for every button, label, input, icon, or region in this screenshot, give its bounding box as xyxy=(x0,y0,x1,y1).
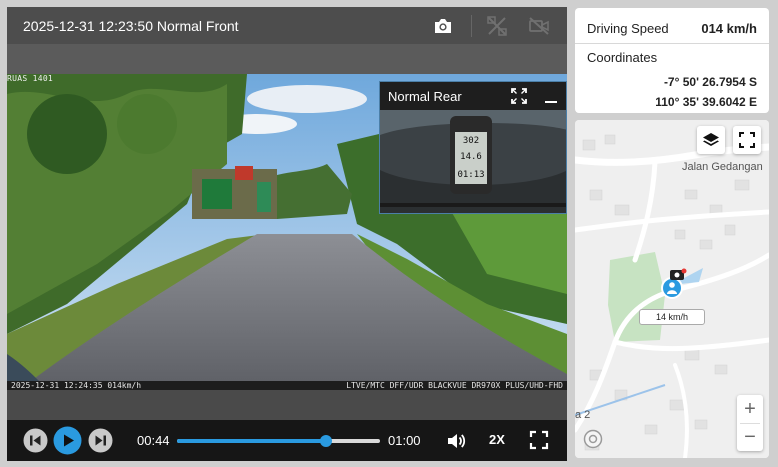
video-panel: 2025-12-31 12:23:50 Normal Front RUAS 14… xyxy=(7,7,567,461)
driving-speed-label: Driving Speed xyxy=(587,21,669,36)
osd-bottom-strip: 2025-12-31 12:24:35 014km/h LTVE/MTC DFF… xyxy=(7,381,567,390)
osd-road-label: RUAS 1401 xyxy=(7,74,54,83)
seek-bar-progress xyxy=(177,439,326,443)
map-panel[interactable]: Jalan Gedangan a 2 14 km/h + − xyxy=(575,120,769,458)
longitude-value: 110° 35' 39.6042 E xyxy=(655,95,757,109)
pip-title: Normal Rear xyxy=(388,89,462,104)
info-divider xyxy=(575,43,769,44)
trip-info-card: Driving Speed 014 km/h Coordinates -7° 5… xyxy=(575,8,769,113)
osd-timestamp-speed: 2025-12-31 12:24:35 014km/h xyxy=(11,381,142,390)
video-title: 2025-12-31 12:23:50 Normal Front xyxy=(23,18,239,34)
map-provider-logo-icon xyxy=(583,429,603,449)
fullscreen-icon[interactable] xyxy=(529,430,549,450)
coordinates-label: Coordinates xyxy=(587,50,658,65)
latitude-value: -7° 50' 26.7954 S xyxy=(663,75,757,89)
play-button[interactable] xyxy=(53,426,82,455)
zoom-in-button[interactable]: + xyxy=(737,396,763,422)
video-top-bar: 2025-12-31 12:23:50 Normal Front xyxy=(7,7,567,44)
top-bar-divider xyxy=(471,15,472,37)
layers-icon xyxy=(703,133,719,146)
previous-frame-button[interactable] xyxy=(23,428,48,453)
osd-device-info: LTVE/MTC DFF/UDR BLACKVUE DR970X PLUS/UH… xyxy=(346,381,563,390)
pip-title-bar: Normal Rear xyxy=(380,82,566,110)
driving-speed-row: Driving Speed 014 km/h xyxy=(587,21,757,36)
map-layers-button[interactable] xyxy=(697,126,725,154)
current-time: 00:44 xyxy=(137,433,170,448)
seek-bar[interactable] xyxy=(177,435,380,447)
playback-controls: 00:44 01:00 2X xyxy=(7,420,567,461)
driving-speed-value: 014 km/h xyxy=(701,21,757,36)
total-time: 01:00 xyxy=(388,433,421,448)
gps-display-line-1: 302 xyxy=(463,136,479,146)
fullscreen-icon xyxy=(739,132,755,148)
swap-view-icon[interactable] xyxy=(485,14,509,38)
rear-camera-pip[interactable]: Normal Rear 302 14.6 01:13 xyxy=(379,81,567,214)
dashcam-viewer: 2025-12-31 12:23:50 Normal Front RUAS 14… xyxy=(0,0,778,467)
map-fullscreen-button[interactable] xyxy=(733,126,761,154)
front-camera-frame[interactable]: RUAS 1401 Normal Rear 302 14.6 01:13 202… xyxy=(7,44,567,390)
map-street-label: Jalan Gedangan xyxy=(682,161,763,173)
seek-bar-handle[interactable] xyxy=(319,435,332,447)
playback-speed-button[interactable]: 2X xyxy=(489,432,505,447)
map-marker-speed: 14 km/h xyxy=(639,309,705,325)
map-zoom-control: + − xyxy=(737,395,763,451)
gps-display-line-3: 01:13 xyxy=(457,170,484,180)
minimize-icon[interactable] xyxy=(543,87,559,105)
expand-icon[interactable] xyxy=(510,87,528,105)
camera-snapshot-icon[interactable] xyxy=(431,14,455,38)
gps-display-line-2: 14.6 xyxy=(460,152,482,162)
camera-off-icon[interactable] xyxy=(527,14,551,38)
zoom-out-button[interactable]: − xyxy=(737,424,763,450)
rear-camera-image: 302 14.6 01:13 xyxy=(380,110,566,213)
map-area-label: a 2 xyxy=(575,409,591,421)
volume-icon[interactable] xyxy=(445,430,467,452)
next-frame-button[interactable] xyxy=(88,428,113,453)
